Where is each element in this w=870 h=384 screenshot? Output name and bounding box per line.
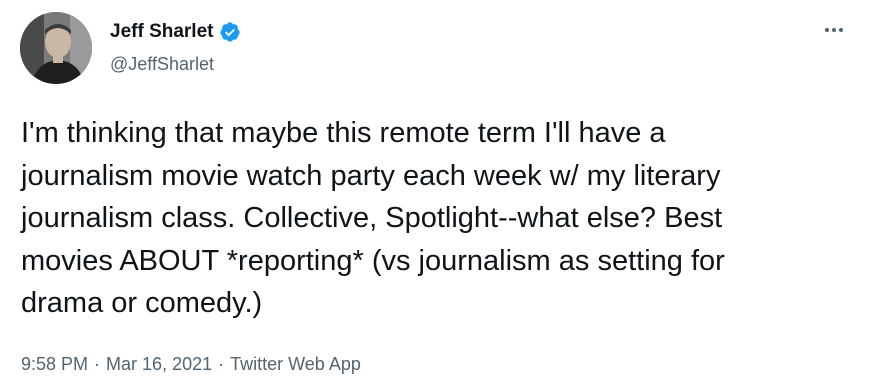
- avatar[interactable]: [20, 12, 92, 84]
- tweet-line: I'm thinking that maybe this remote term…: [21, 117, 666, 149]
- verified-badge-icon: [219, 21, 241, 43]
- tweet-source[interactable]: Twitter Web App: [230, 352, 361, 376]
- tweet-text: I'm thinking that maybe this remote term…: [21, 112, 851, 325]
- tweet-card: Jeff Sharlet @JeffSharlet I'm thinking t…: [0, 0, 870, 384]
- tweet-line: movies ABOUT *reporting* (vs journalism …: [21, 244, 725, 277]
- dot: [832, 28, 836, 32]
- tweet-time[interactable]: 9:58 PM: [21, 352, 88, 376]
- dot: [825, 28, 829, 32]
- author-handle[interactable]: @JeffSharlet: [110, 52, 214, 76]
- tweet-meta: 9:58 PM · Mar 16, 2021 · Twitter Web App: [21, 352, 361, 376]
- avatar-photo: [20, 12, 92, 84]
- tweet-date[interactable]: Mar 16, 2021: [106, 352, 212, 376]
- meta-separator: ·: [94, 354, 101, 374]
- display-name[interactable]: Jeff Sharlet: [110, 20, 213, 44]
- tweet-line: journalism class. Collective, Spotlight-…: [21, 202, 723, 234]
- tweet-line: drama or comedy.): [21, 287, 263, 319]
- more-options-icon[interactable]: [818, 18, 850, 42]
- author-name-row[interactable]: Jeff Sharlet: [110, 20, 241, 44]
- meta-separator: ·: [218, 354, 225, 374]
- dot: [839, 28, 843, 32]
- tweet-line: journalism movie watch party each week w…: [21, 159, 721, 192]
